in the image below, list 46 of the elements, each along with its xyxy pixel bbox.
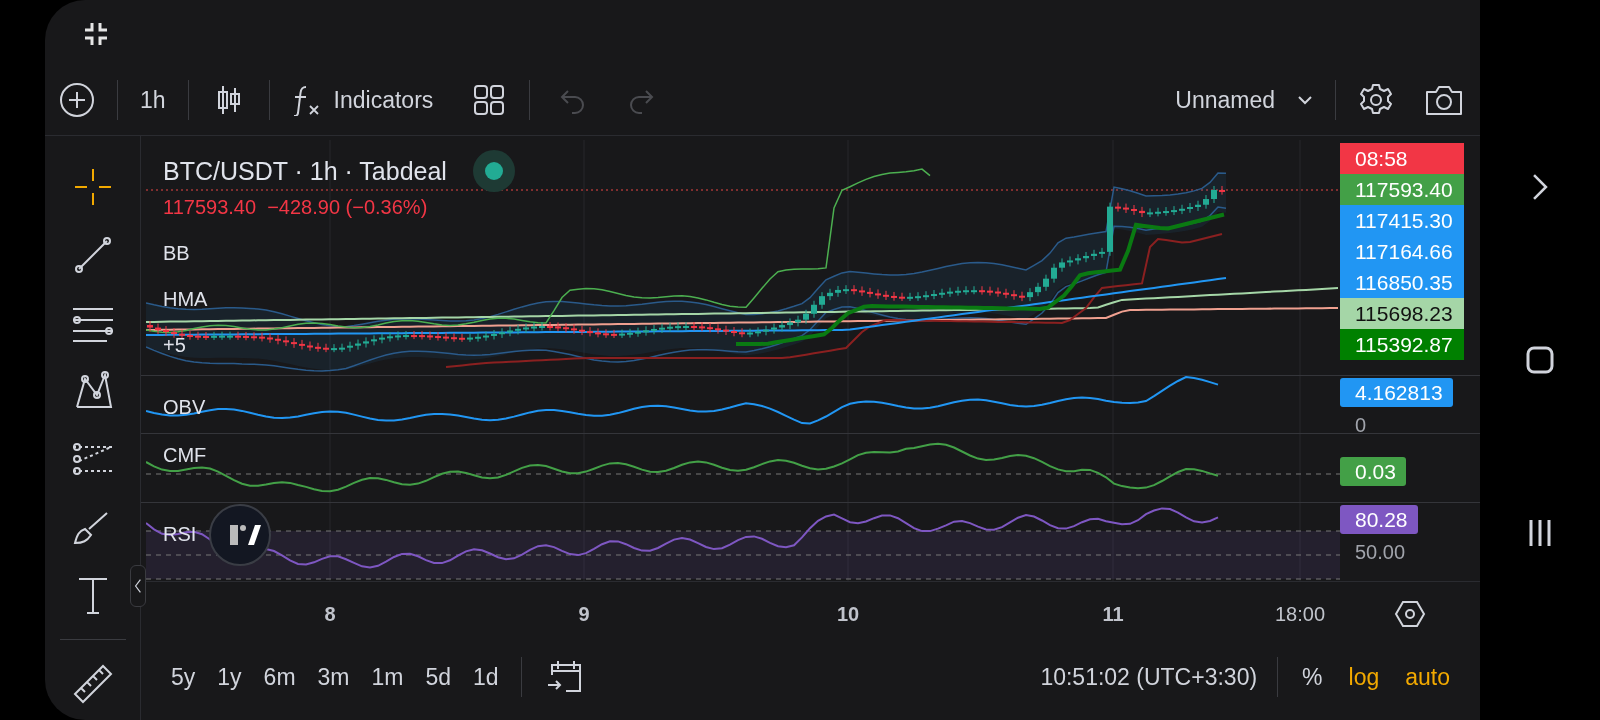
chevron-down-icon [1297, 95, 1313, 105]
more-indicators-label[interactable]: +5 [163, 334, 186, 357]
scale-toggle[interactable]: log [1348, 663, 1380, 691]
add-icon[interactable] [59, 82, 95, 118]
price-tag: 117593.40 [1340, 174, 1464, 205]
price-tag: 08:58 [1340, 143, 1464, 174]
axis-label: 50.00 [1354, 541, 1406, 564]
indicator-label[interactable]: HMA [163, 288, 208, 311]
range-button[interactable]: 3m [317, 663, 350, 691]
scale-toggle[interactable]: auto [1405, 663, 1450, 691]
exit-fullscreen-icon[interactable] [83, 20, 109, 47]
clock-text[interactable]: 10:51:02 (UTC+3:30) [1040, 663, 1258, 691]
price-tag: 117164.66 [1340, 236, 1464, 267]
indicator-value-tag: 4.162813 [1340, 378, 1453, 407]
time-label: 10 [836, 603, 860, 626]
range-button[interactable]: 5y [171, 663, 196, 691]
function-icon [291, 84, 322, 116]
price-tag: 115698.23 [1340, 298, 1464, 329]
axis-label: 0 [1354, 414, 1367, 437]
collapse-handle[interactable] [130, 565, 146, 607]
range-button[interactable]: 1m [371, 663, 404, 691]
price-change: 117593.40 −428.90 (−0.36%) [163, 196, 428, 219]
time-label: 11 [1102, 603, 1124, 626]
scale-toggle[interactable]: % [1302, 663, 1323, 691]
logo-icon[interactable] [208, 503, 272, 567]
indicators-button[interactable]: Indicators [291, 84, 434, 116]
time-label: 9 [578, 603, 590, 626]
time-label: 18:00 [1274, 603, 1326, 626]
price-tag: 117415.30 [1340, 205, 1464, 236]
indicator-label[interactable]: BB [163, 242, 190, 265]
interval-button[interactable]: 1h [140, 86, 166, 114]
range-button[interactable]: 6m [263, 663, 296, 691]
range-button[interactable]: 1d [473, 663, 499, 691]
indicator-label[interactable]: CMF [163, 444, 207, 467]
price-tag: 115392.87 [1340, 329, 1464, 360]
price-tag: 116850.35 [1340, 267, 1464, 298]
layout-name-dropdown[interactable]: Unnamed [1175, 86, 1313, 114]
indicator-value-tag: 0.03 [1340, 457, 1406, 486]
market-status-icon [472, 150, 515, 192]
range-button[interactable]: 1y [217, 663, 242, 691]
time-label: 8 [324, 603, 336, 626]
range-button[interactable]: 5d [425, 663, 452, 691]
chart-settings-icon[interactable] [1394, 599, 1426, 629]
symbol-title: BTC/USDT · 1h · Tabdeal [163, 156, 447, 186]
indicator-value-tag: 80.28 [1340, 505, 1418, 534]
indicator-label[interactable]: OBV [163, 396, 206, 419]
